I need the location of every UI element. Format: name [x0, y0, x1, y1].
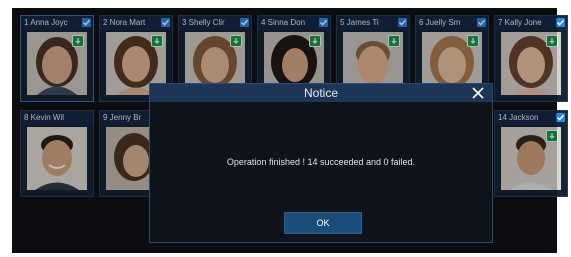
ok-button[interactable]: OK — [284, 212, 362, 234]
face-database-panel: 1 Anna Joyc 2 Nora Mart 3 Shelly Clir 4 … — [12, 8, 568, 253]
checkbox-checked-icon[interactable] — [556, 18, 565, 27]
dialog-header: Notice — [150, 84, 492, 102]
dialog-title: Notice — [303, 86, 338, 100]
close-icon[interactable] — [470, 85, 486, 101]
dialog-message: Operation finished ! 14 succeeded and 0 … — [226, 157, 416, 167]
checkbox-checked-icon[interactable] — [556, 113, 565, 122]
notice-dialog: Notice Operation finished ! 14 succeeded… — [149, 83, 493, 243]
